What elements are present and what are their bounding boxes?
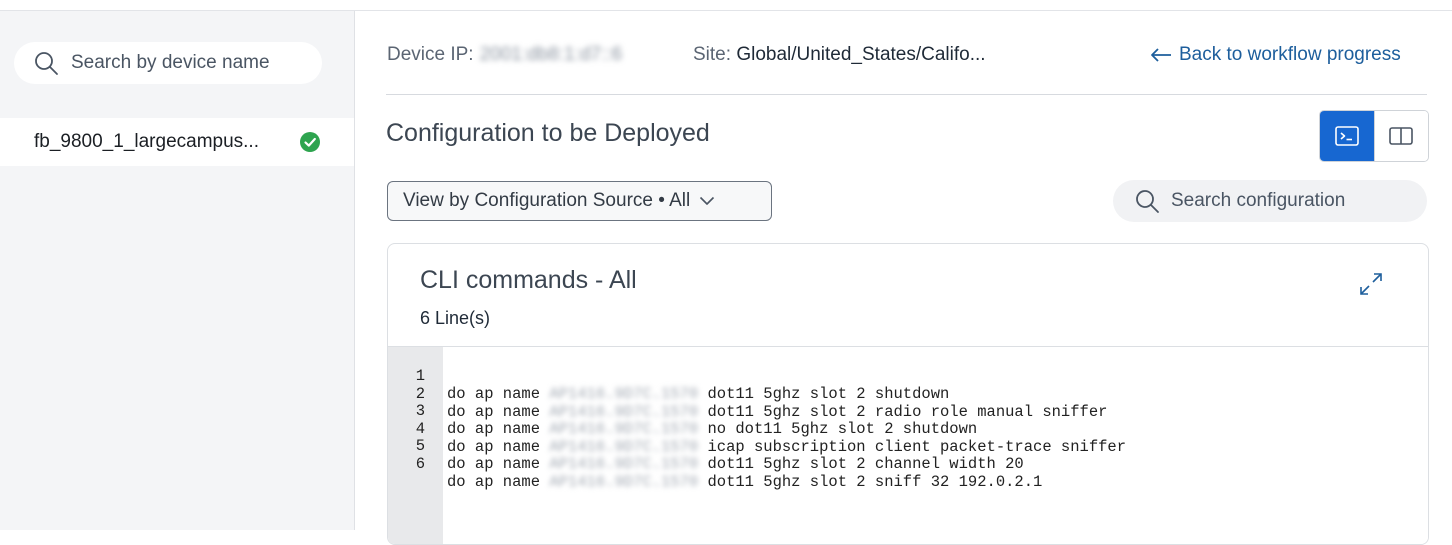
cli-commands-panel: CLI commands - All 6 Line(s) 1 do ap nam… (387, 243, 1429, 545)
line-count: 6 Line(s) (420, 308, 491, 328)
device-name: fb_9800_1_largecampus... (34, 131, 259, 152)
cli-view-button[interactable] (1320, 111, 1374, 161)
site-label: Site: (693, 44, 732, 65)
code-line: 4 do ap name AP1416.9D7C.1570 icap subsc… (388, 402, 1126, 456)
ap-name: AP1416.9D7C.1570 (549, 437, 699, 456)
device-search-input[interactable] (71, 52, 311, 74)
line-number: 6 (415, 454, 425, 473)
site-value: Global/United_States/Califo... (736, 44, 986, 65)
code-line: 6 do ap name AP1416.9D7C.1570 dot11 5ghz… (388, 437, 1043, 491)
ap-name: AP1416.9D7C.1570 (549, 472, 699, 491)
code-line: 1 do ap name AP1416.9D7C.1570 dot11 5ghz… (388, 349, 950, 403)
view-toggle (1319, 110, 1429, 162)
split-view-icon (1389, 127, 1414, 145)
device-sidebar: fb_9800_1_largecampus... (0, 11, 355, 530)
config-search-input[interactable] (1171, 190, 1411, 212)
ap-name: AP1416.9D7C.1570 (549, 455, 699, 473)
ap-name: AP1416.9D7C.1570 (549, 420, 699, 438)
cmd-prefix: do ap name (447, 455, 541, 473)
cmd-prefix: do ap name (447, 402, 541, 421)
ap-name: AP1416.9D7C.1570 (549, 385, 699, 403)
device-ip: Device IP: 2001:db8:1:d7::6 (387, 44, 622, 66)
device-ip-label: Device IP: (387, 44, 474, 65)
cli-panel-title: CLI commands - All (420, 266, 637, 294)
cmd-prefix: do ap name (447, 420, 541, 438)
config-source-filter-dropdown[interactable]: View by Configuration Source • All (387, 181, 772, 221)
ap-name: AP1416.9D7C.1570 (549, 402, 699, 421)
chevron-down-icon (700, 196, 715, 205)
back-link-label: Back to workflow progress (1179, 44, 1401, 65)
search-icon (35, 52, 58, 75)
expand-icon[interactable] (1358, 271, 1384, 297)
filter-label: View by Configuration Source • All (403, 190, 691, 211)
device-list-item[interactable]: fb_9800_1_largecampus... (0, 118, 354, 166)
check-circle-icon (300, 132, 320, 152)
device-ip-value: 2001:db8:1:d7::6 (479, 44, 623, 65)
arrow-left-icon (1151, 48, 1171, 62)
code-editor[interactable]: 1 do ap name AP1416.9D7C.1570 dot11 5ghz… (388, 346, 1428, 544)
code-line: 3 do ap name AP1416.9D7C.1570 no dot11 5… (388, 384, 978, 438)
config-search-box[interactable] (1113, 180, 1427, 222)
cmd-text: dot11 5ghz slot 2 shutdown (707, 385, 950, 403)
cmd-text: dot11 5ghz slot 2 sniff 32 192.0.2.1 (707, 472, 1043, 491)
cmd-text: dot11 5ghz slot 2 radio role manual snif… (707, 402, 1108, 421)
back-to-workflow-link[interactable]: Back to workflow progress (1150, 44, 1401, 66)
cmd-prefix: do ap name (447, 472, 541, 491)
device-search-box[interactable] (14, 42, 322, 84)
terminal-icon (1334, 126, 1359, 146)
site-info: Site: Global/United_States/Califo... (693, 44, 986, 66)
cmd-text: icap subscription client packet-trace sn… (707, 437, 1127, 456)
cmd-text: no dot11 5ghz slot 2 shutdown (707, 420, 978, 438)
code-line: 5 do ap name AP1416.9D7C.1570 dot11 5ghz… (388, 419, 1024, 473)
cmd-prefix: do ap name (447, 437, 541, 456)
page-title: Configuration to be Deployed (386, 119, 710, 147)
cmd-prefix: do ap name (447, 385, 541, 403)
code-line: 2 do ap name AP1416.9D7C.1570 dot11 5ghz… (388, 367, 1108, 421)
search-icon (1136, 190, 1159, 213)
split-view-button[interactable] (1373, 111, 1428, 161)
header-divider (386, 94, 1427, 95)
cmd-text: dot11 5ghz slot 2 channel width 20 (707, 455, 1024, 473)
